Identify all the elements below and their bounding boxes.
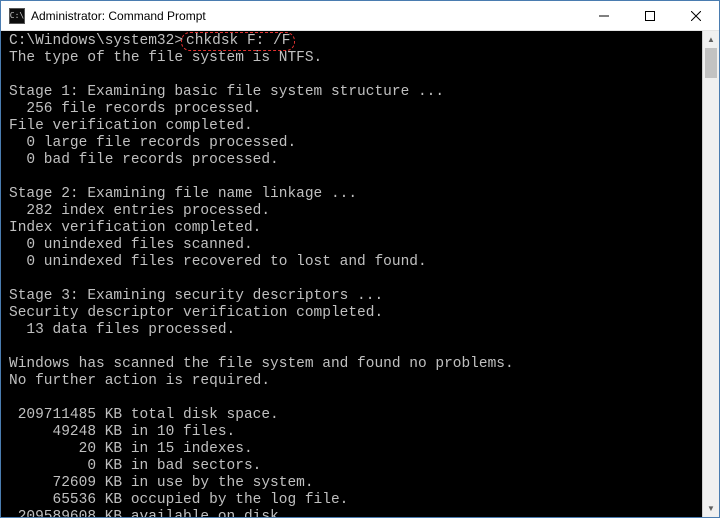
minimize-button[interactable] [581,1,627,30]
scroll-down-button[interactable]: ▼ [703,500,719,517]
prompt-text: C:\Windows\system32> [9,33,183,49]
window-controls [581,1,719,30]
console-output[interactable]: C:\Windows\system32>chkdsk F: /F The typ… [1,31,719,517]
titlebar[interactable]: C:\ Administrator: Command Prompt [1,1,719,31]
command-text: chkdsk F: /F [186,33,290,49]
scroll-track[interactable] [703,48,719,500]
command-highlight: chkdsk F: /F [181,32,295,51]
cmd-icon: C:\ [9,8,25,24]
scroll-up-button[interactable]: ▲ [703,31,719,48]
client-area: C:\Windows\system32>chkdsk F: /F The typ… [1,31,719,517]
scroll-thumb[interactable] [705,48,717,78]
window-title: Administrator: Command Prompt [25,9,581,23]
vertical-scrollbar[interactable]: ▲ ▼ [702,31,719,517]
maximize-button[interactable] [627,1,673,30]
close-button[interactable] [673,1,719,30]
command-prompt-window: C:\ Administrator: Command Prompt C:\Win… [0,0,720,518]
output-lines: The type of the file system is NTFS. Sta… [9,50,514,517]
